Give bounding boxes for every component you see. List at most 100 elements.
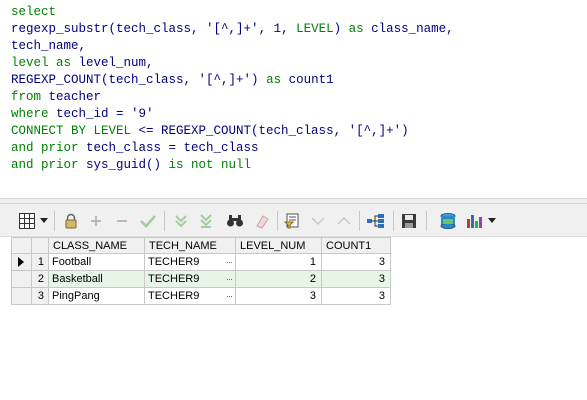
table-cell-level-num[interactable]: 3 [236, 288, 322, 305]
chart-icon[interactable] [464, 211, 484, 231]
post-icon[interactable] [138, 211, 158, 231]
export-icon[interactable] [437, 211, 459, 231]
sql-line: tech_name, [11, 38, 86, 55]
toolbar-separator [426, 211, 427, 231]
table-cell-count1[interactable]: 3 [322, 288, 391, 305]
sql-keyword: from [11, 90, 42, 104]
sql-keyword: select [11, 5, 57, 19]
sql-token: ) [333, 22, 349, 36]
column-header-level-num[interactable]: LEVEL_NUM [236, 237, 322, 254]
row-indicator [11, 288, 32, 305]
table-cell-level-num[interactable]: 1 [236, 254, 322, 271]
table-cell-tech-name[interactable]: TECHER9 ··· [145, 288, 236, 305]
dropdown-arrow-icon[interactable] [39, 211, 49, 231]
sql-token: '[^,]+' [206, 22, 259, 36]
cell-text: TECHER9 [148, 256, 200, 268]
sql-keyword: as [56, 56, 72, 70]
sql-token: teacher [41, 90, 102, 104]
sql-token: level_num, [71, 56, 154, 70]
sql-token: '[^,]+' [348, 124, 402, 138]
table-cell-class-name[interactable]: Football [49, 254, 145, 271]
row-number: 1 [32, 254, 49, 271]
sql-token: '9' [131, 107, 154, 121]
fetch-next-icon[interactable] [172, 211, 190, 231]
sql-keyword: and prior [11, 158, 79, 172]
sql-token: class_name, [363, 22, 454, 36]
sql-token: , [258, 22, 274, 36]
row-number: 3 [32, 288, 49, 305]
sql-line: from teacher [11, 89, 101, 106]
sql-token: tech_id = [48, 107, 132, 121]
sql-line: REGEXP_COUNT(tech_class, '[^,]+') as cou… [11, 72, 334, 89]
sql-keyword: level [11, 56, 49, 70]
sql-line: CONNECT BY LEVEL <= REGEXP_COUNT(tech_cl… [11, 123, 409, 140]
delete-record-icon[interactable] [113, 211, 131, 231]
cell-editor-button[interactable]: ··· [226, 288, 233, 304]
sql-token: sys_guid() [78, 158, 169, 172]
save-icon[interactable] [399, 211, 419, 231]
sql-token: count1 [281, 73, 334, 87]
cell-editor-button[interactable]: ··· [226, 271, 233, 287]
table-cell-count1[interactable]: 3 [322, 254, 391, 271]
grid-corner [32, 237, 49, 254]
cell-editor-button[interactable]: ··· [226, 254, 233, 270]
lock-icon[interactable] [62, 211, 80, 231]
grid-toolbar [0, 204, 587, 237]
row-number: 2 [32, 271, 49, 288]
table-cell-tech-name[interactable]: TECHER9 ··· [145, 271, 236, 288]
find-icon[interactable] [225, 211, 245, 231]
table-cell-level-num[interactable]: 2 [236, 271, 322, 288]
column-header-class-name[interactable]: CLASS_NAME [49, 237, 145, 254]
filter-down-icon[interactable] [308, 211, 328, 231]
sql-token: <= REGEXP_COUNT(tech_class, [131, 124, 349, 138]
toolbar-separator [359, 211, 360, 231]
cell-text: TECHER9 [148, 290, 200, 302]
table-cell-class-name[interactable]: PingPang [49, 288, 145, 305]
table-cell-tech-name[interactable]: TECHER9 ··· [145, 254, 236, 271]
sql-line: level as level_num, [11, 55, 154, 72]
toolbar-separator [393, 211, 394, 231]
table-cell-count1[interactable]: 3 [322, 271, 391, 288]
sql-token: ) [401, 124, 409, 138]
sql-token: 1 [273, 22, 282, 36]
sql-line: where tech_id = '9' [11, 106, 154, 123]
grid-view-icon[interactable] [16, 211, 38, 231]
add-record-icon[interactable] [87, 211, 105, 231]
clear-icon[interactable] [252, 211, 272, 231]
sql-keyword: where [11, 107, 49, 121]
sql-token: ) [251, 73, 267, 87]
sql-editor[interactable]: select regexp_substr(tech_class, '[^,]+',… [0, 0, 587, 198]
sql-token: REGEXP_COUNT(tech_class, [11, 73, 199, 87]
sql-keyword: and prior [11, 141, 79, 155]
fetch-last-icon[interactable] [197, 211, 215, 231]
filter-up-icon[interactable] [334, 211, 354, 231]
sql-token: regexp_substr(tech_class, [11, 22, 207, 36]
results-grid: CLASS_NAME TECH_NAME LEVEL_NUM COUNT1 1 … [0, 237, 587, 400]
table-cell-class-name[interactable]: Basketball [49, 271, 145, 288]
sql-line: regexp_substr(tech_class, '[^,]+', 1, LE… [11, 21, 454, 38]
toolbar-separator [164, 211, 165, 231]
column-header-count1[interactable]: COUNT1 [322, 237, 391, 254]
sql-keyword: CONNECT BY LEVEL [11, 124, 132, 138]
toolbar-separator [54, 211, 55, 231]
sql-token: tech_name, [11, 39, 87, 53]
sql-keyword: as [348, 22, 364, 36]
sql-line: and prior tech_class = tech_class [11, 140, 259, 157]
sql-keyword: is not null [168, 158, 252, 172]
sql-line: select [11, 4, 56, 21]
query-by-example-icon[interactable] [283, 211, 303, 231]
sql-token: , [281, 22, 297, 36]
tree-icon[interactable] [365, 211, 387, 231]
sql-keyword: as [266, 73, 282, 87]
cell-text: TECHER9 [148, 273, 200, 285]
row-indicator [11, 271, 32, 288]
grid-corner [11, 237, 32, 254]
current-row-indicator [11, 254, 32, 271]
column-header-tech-name[interactable]: TECH_NAME [145, 237, 236, 254]
sql-token: '[^,]+' [198, 73, 252, 87]
sql-token: tech_class = tech_class [78, 141, 259, 155]
sql-line: and prior sys_guid() is not null [11, 157, 251, 174]
sql-keyword: LEVEL [296, 22, 334, 36]
chart-dropdown-icon[interactable] [487, 211, 497, 231]
